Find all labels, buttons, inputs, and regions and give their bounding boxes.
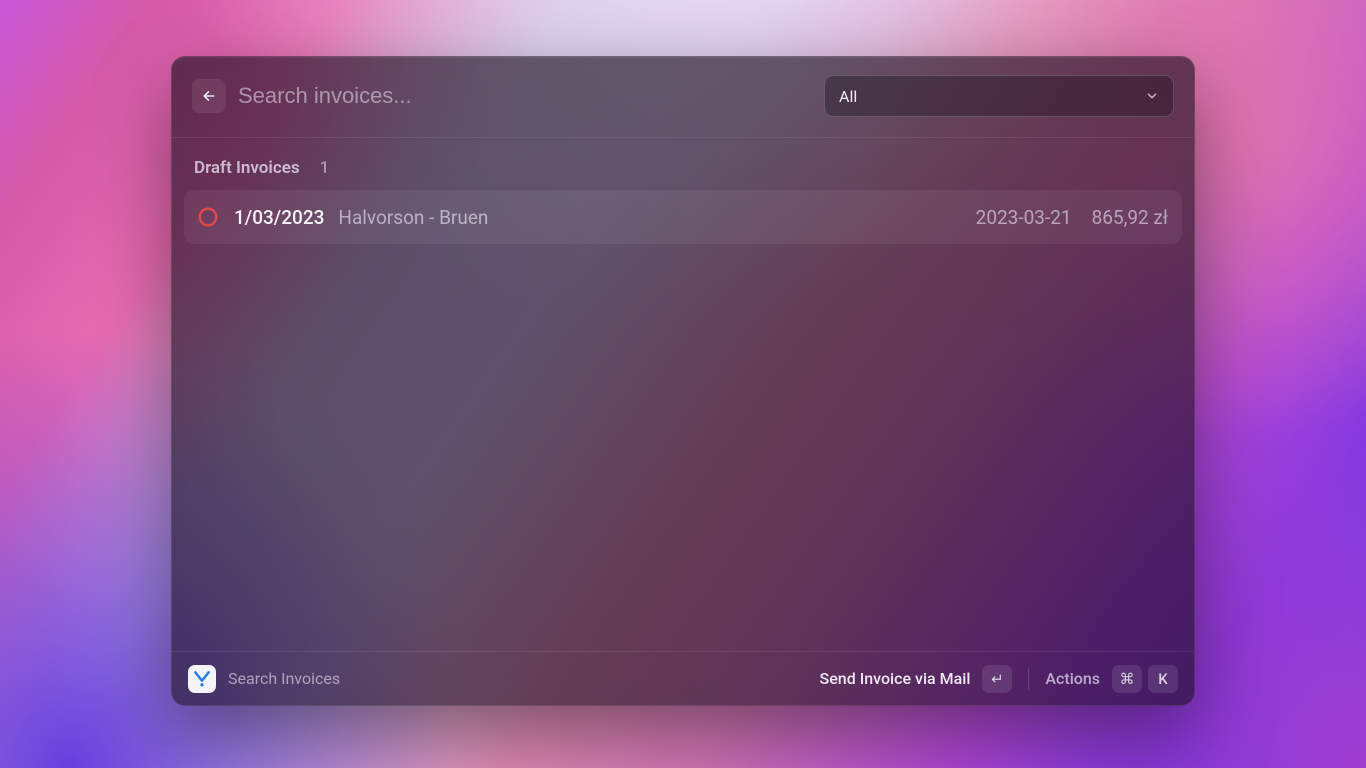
back-button[interactable]: [192, 79, 226, 113]
invoice-client: Halvorson - Bruen: [338, 206, 488, 229]
filter-selected-label: All: [839, 87, 857, 106]
invoice-number: 1/03/2023: [234, 206, 324, 229]
results-body: Draft Invoices 1 1/03/2023 Halvorson - B…: [172, 138, 1194, 651]
section-title: Draft Invoices: [194, 158, 300, 178]
actions-shortcut: ⌘ K: [1112, 665, 1178, 693]
invoice-date: 2023-03-21: [976, 206, 1072, 229]
section-header: Draft Invoices 1: [182, 146, 1184, 190]
footer-title: Search Invoices: [228, 669, 340, 688]
app-icon: [188, 665, 216, 693]
arrow-left-icon: [201, 88, 217, 104]
enter-key-hint: ↵: [982, 665, 1012, 693]
cmd-key-hint: ⌘: [1112, 665, 1142, 693]
footer-divider: [1028, 668, 1029, 690]
command-palette-panel: All Draft Invoices 1 1/03/2023 Halvorson…: [171, 56, 1195, 706]
draft-status-icon: [196, 205, 220, 229]
invoice-row[interactable]: 1/03/2023 Halvorson - Bruen 2023-03-21 8…: [184, 190, 1182, 244]
panel-header: All: [172, 57, 1194, 138]
filter-dropdown[interactable]: All: [824, 75, 1174, 117]
section-count: 1: [320, 158, 330, 178]
invoice-amount: 865,92 zł: [1092, 206, 1168, 229]
actions-menu-label[interactable]: Actions: [1045, 669, 1100, 688]
k-key-hint: K: [1148, 665, 1178, 693]
chevron-down-icon: [1145, 89, 1159, 103]
search-input[interactable]: [238, 83, 812, 109]
panel-footer: Search Invoices Send Invoice via Mail ↵ …: [172, 651, 1194, 705]
primary-action-label[interactable]: Send Invoice via Mail: [820, 669, 971, 688]
